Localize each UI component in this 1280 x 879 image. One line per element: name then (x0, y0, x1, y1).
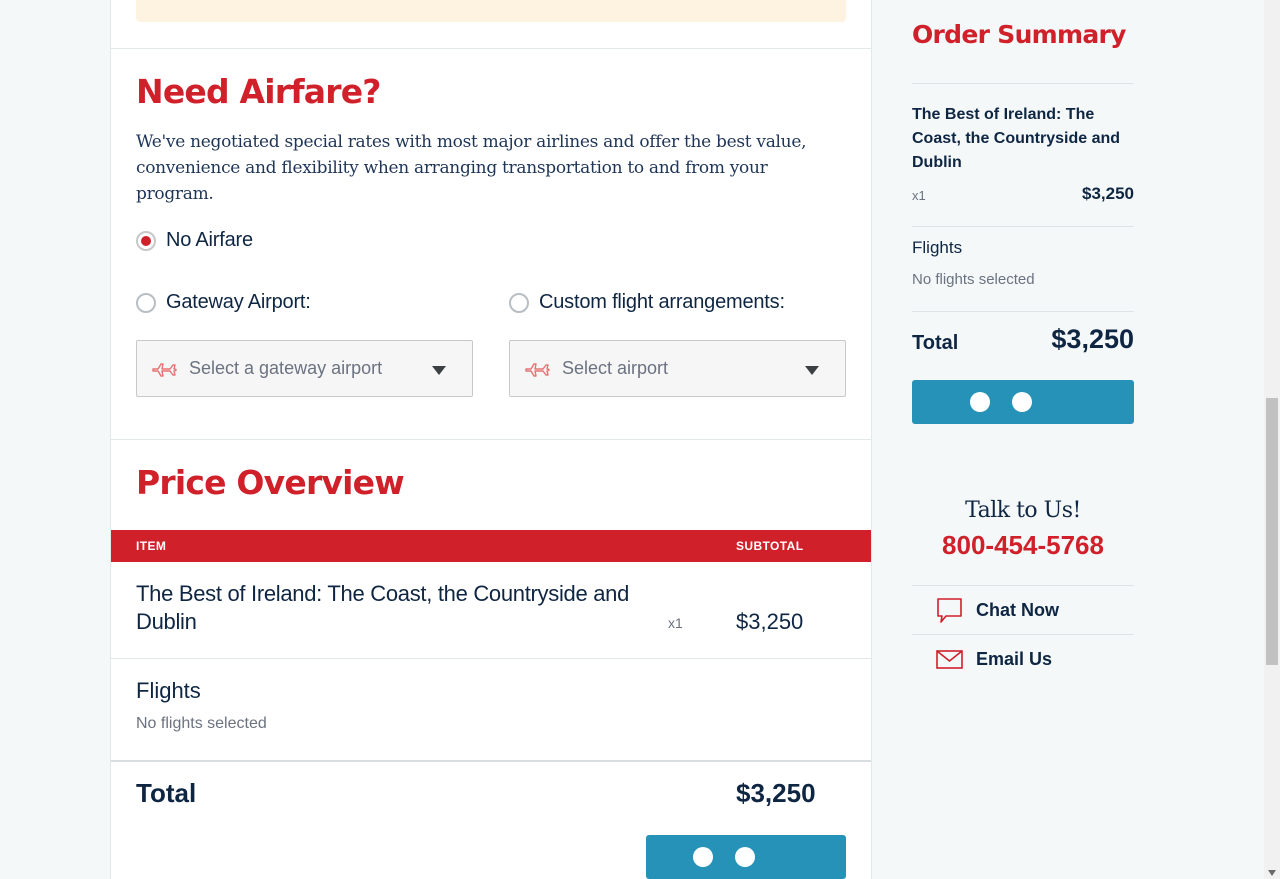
gateway-airport-select[interactable]: Select a gateway airport (136, 340, 473, 397)
notice-banner (136, 0, 846, 22)
radio-gateway-airport-label: Gateway Airport: (166, 291, 311, 313)
summary-continue-button-loading[interactable] (912, 380, 1134, 424)
chat-now-label: Chat Now (976, 599, 1059, 620)
flights-status: No flights selected (136, 715, 267, 732)
custom-select-placeholder: Select airport (562, 358, 669, 378)
radio-no-airfare-label: No Airfare (166, 229, 253, 251)
row-divider (111, 760, 871, 762)
summary-flights-status: No flights selected (912, 271, 1035, 288)
loading-dot (735, 847, 755, 867)
phone-number-link[interactable]: 800-454-5768 (912, 530, 1134, 561)
column-subtotal: SUBTOTAL (736, 539, 804, 553)
email-us-label: Email Us (976, 648, 1053, 669)
continue-button-loading[interactable] (646, 835, 846, 879)
summary-trip-price: $3,250 (1082, 184, 1134, 203)
summary-divider (912, 311, 1134, 312)
caret-down-icon (805, 366, 819, 375)
radio-custom-flight-label: Custom flight arrangements: (539, 291, 785, 313)
summary-divider (912, 83, 1134, 84)
price-overview-heading: Price Overview (136, 463, 405, 502)
radio-gateway-airport-circle[interactable] (136, 292, 156, 313)
summary-total-value: $3,250 (1051, 324, 1134, 354)
order-summary-heading: Order Summary (912, 20, 1126, 49)
total-label: Total (136, 778, 197, 808)
radio-gateway-airport[interactable]: Gateway Airport: (136, 291, 311, 314)
summary-trip-title: The Best of Ireland: The Coast, the Coun… (912, 106, 1121, 171)
radio-no-airfare[interactable]: No Airfare (136, 229, 253, 252)
summary-divider (912, 226, 1134, 227)
loading-dot (693, 847, 713, 867)
flights-title: Flights (136, 678, 201, 703)
section-divider (111, 48, 871, 49)
loading-dot (1012, 392, 1032, 412)
trip-item-qty: x1 (668, 615, 683, 631)
loading-dot (970, 392, 990, 412)
row-divider (111, 658, 871, 659)
scrollbar-thumb[interactable] (1266, 398, 1278, 665)
trip-item-price: $3,250 (736, 609, 804, 634)
radio-custom-flight[interactable]: Custom flight arrangements: (509, 291, 785, 314)
radio-no-airfare-circle[interactable] (136, 230, 156, 251)
summary-trip-qty: x1 (912, 188, 926, 203)
plane-icon (152, 362, 177, 377)
price-table-header: ITEM SUBTOTAL (111, 530, 871, 562)
talk-to-us-heading: Talk to Us! (965, 498, 1081, 523)
plane-icon (525, 362, 550, 377)
main-content: Need Airfare? We've negotiated special r… (110, 0, 872, 879)
custom-airport-select[interactable]: Select airport (509, 340, 846, 397)
column-item: ITEM (136, 539, 167, 553)
scroll-down-arrow-icon[interactable] (1268, 870, 1276, 876)
caret-down-icon (432, 366, 446, 375)
summary-total-label: Total (912, 332, 959, 354)
envelope-icon (936, 650, 963, 669)
total-value: $3,250 (736, 778, 816, 808)
radio-custom-flight-circle[interactable] (509, 292, 529, 313)
trip-item-title: The Best of Ireland: The Coast, the Coun… (136, 581, 630, 634)
chat-bubble-icon (937, 597, 962, 623)
chat-now-link[interactable]: Chat Now (912, 586, 1134, 634)
airfare-heading: Need Airfare? (136, 72, 381, 111)
gateway-select-placeholder: Select a gateway airport (189, 358, 383, 378)
page-scrollbar[interactable] (1264, 0, 1280, 879)
airfare-intro: We've negotiated special rates with most… (136, 132, 807, 204)
email-us-link[interactable]: Email Us (912, 635, 1134, 683)
summary-flights-title: Flights (912, 238, 963, 257)
section-divider (111, 439, 871, 440)
